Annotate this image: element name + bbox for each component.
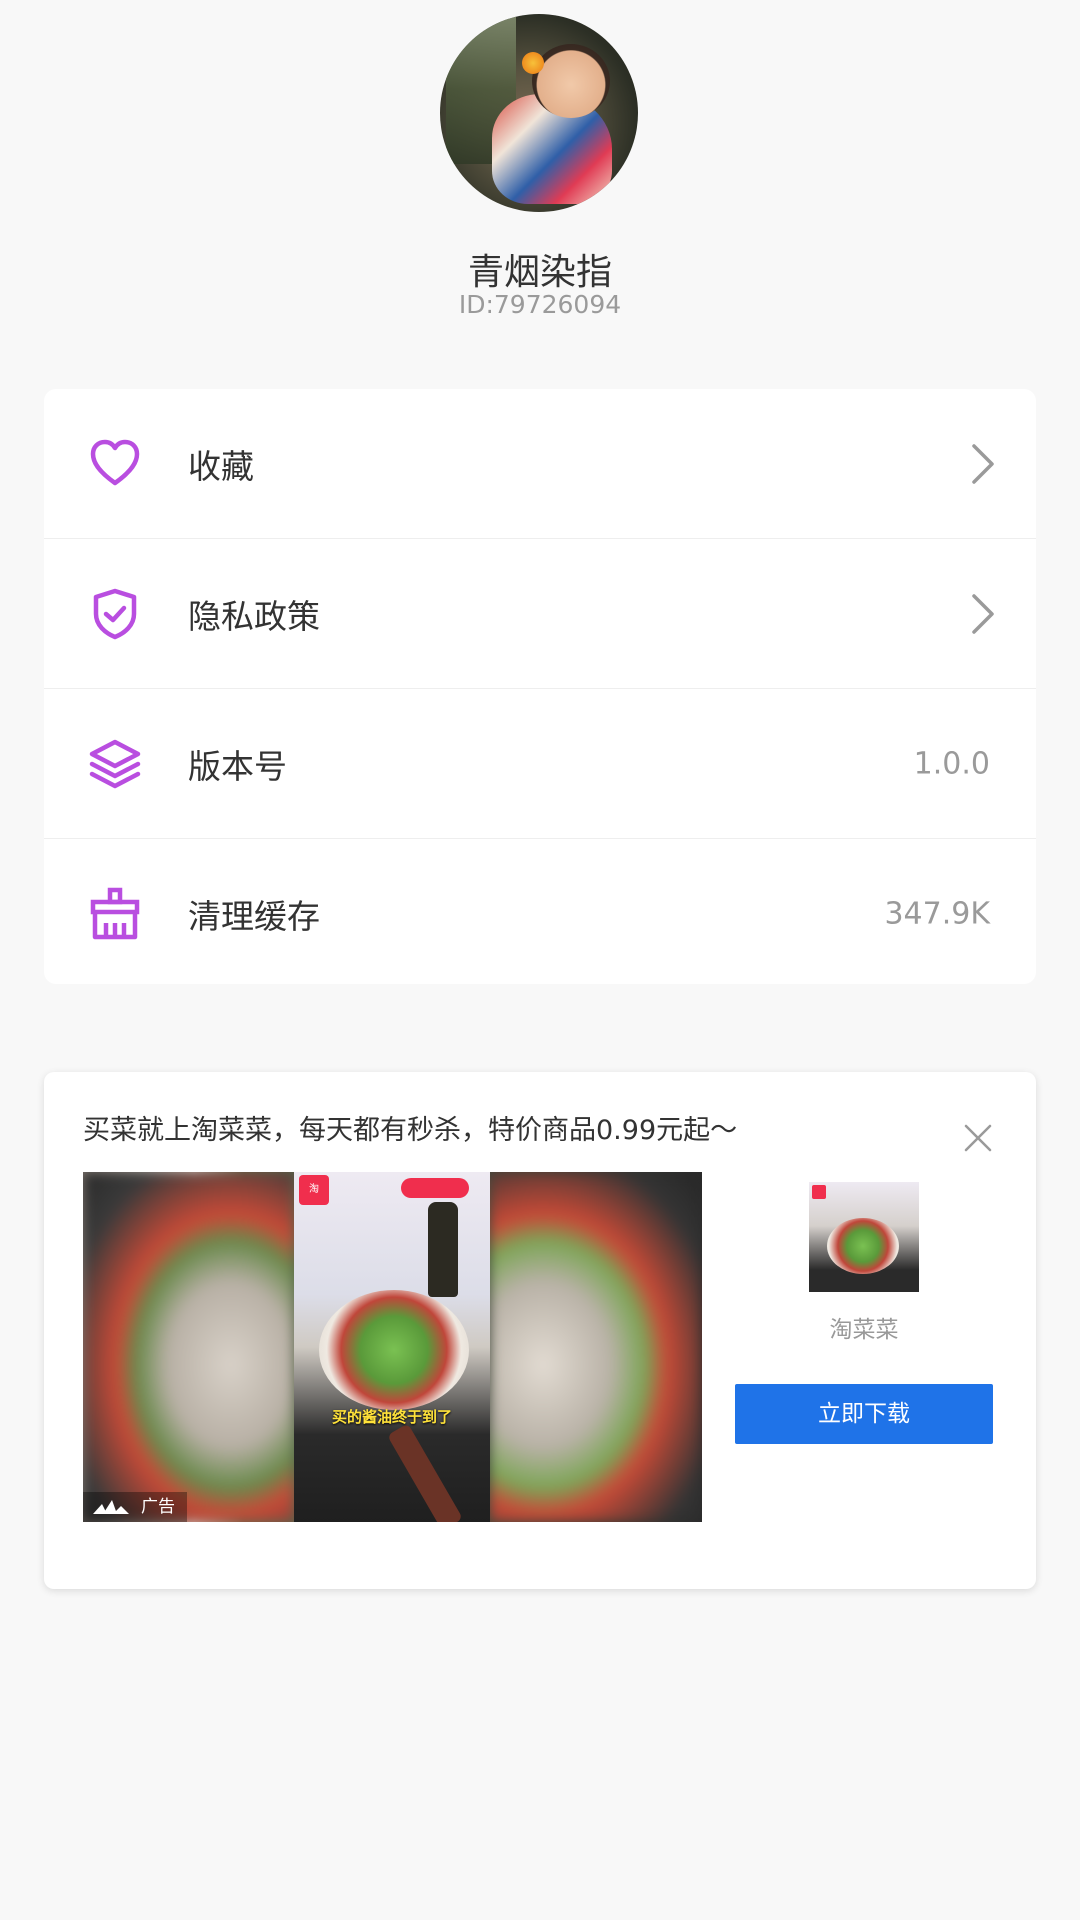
layers-icon [89, 739, 141, 788]
version-value: 1.0.0 [913, 746, 990, 781]
user-id: ID:79726094 [458, 290, 622, 319]
menu-item-label: 隐私政策 [188, 596, 320, 636]
menu-item-version: 版本号 1.0.0 [44, 689, 1036, 839]
ad-card[interactable]: 买菜就上淘菜菜，每天都有秒杀，特价商品0.99元起～ 淘 买的酱油终于到了 广告… [44, 1072, 1036, 1589]
close-icon[interactable] [961, 1121, 995, 1155]
app-name: 淘菜菜 [829, 1317, 899, 1343]
ad-badge: 广告 [83, 1492, 187, 1522]
menu-card: 收藏 隐私政策 版本号 1.0.0 清理缓存 347.9K [44, 389, 1036, 984]
ad-image[interactable]: 淘 买的酱油终于到了 广告 [83, 1172, 702, 1522]
soy-sauce-bottle [428, 1202, 458, 1297]
app-icon-pan [827, 1218, 899, 1274]
ad-image-blur-left [83, 1172, 294, 1522]
avatar-figure-head [532, 44, 610, 118]
username: 青烟染指 [467, 252, 612, 293]
ad-image-caption: 买的酱油终于到了 [331, 1408, 452, 1426]
brand-tag: 淘 [299, 1175, 329, 1205]
avatar-flower [522, 52, 544, 74]
app-icon[interactable] [809, 1182, 919, 1292]
ad-network-logo-icon [93, 1500, 129, 1514]
menu-item-favorites[interactable]: 收藏 [44, 389, 1036, 539]
ad-badge-label: 广告 [141, 1497, 175, 1517]
chevron-right-icon [972, 443, 994, 484]
menu-item-label: 清理缓存 [188, 896, 320, 936]
menu-item-label: 收藏 [188, 446, 254, 486]
search-pill [401, 1178, 469, 1198]
heart-icon [90, 439, 140, 485]
menu-item-privacy-policy[interactable]: 隐私政策 [44, 539, 1036, 689]
app-icon-tag [812, 1185, 826, 1199]
download-button[interactable]: 立即下载 [735, 1384, 993, 1444]
ad-image-blur-right [490, 1172, 702, 1522]
ad-title[interactable]: 买菜就上淘菜菜，每天都有秒杀，特价商品0.99元起～ [83, 1108, 737, 1147]
frying-pan [319, 1290, 469, 1410]
chevron-right-icon [972, 593, 994, 634]
avatar[interactable] [440, 14, 638, 212]
shield-check-icon [93, 588, 137, 639]
menu-item-label: 版本号 [188, 746, 287, 786]
brush-icon [90, 887, 140, 939]
cache-size-value: 347.9K [884, 896, 990, 931]
menu-item-clear-cache[interactable]: 清理缓存 347.9K [44, 839, 1036, 988]
